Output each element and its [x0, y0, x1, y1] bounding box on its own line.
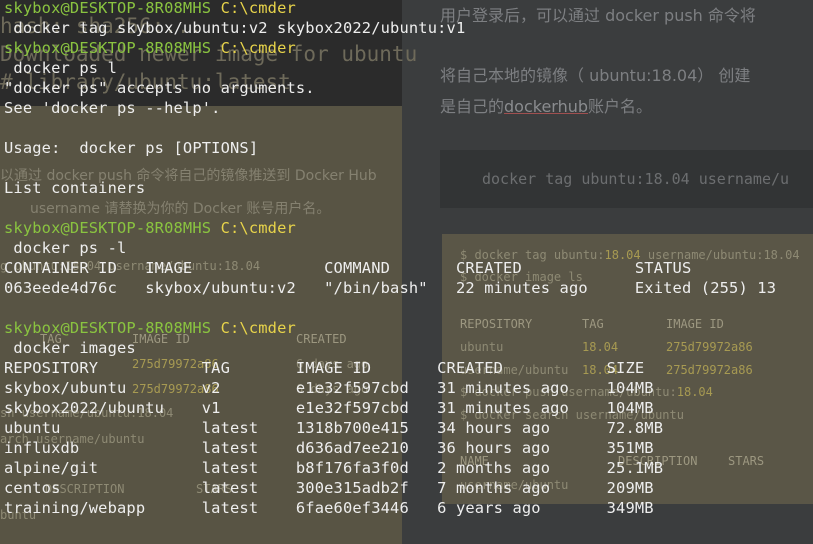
doc-code-block: docker tag ubuntu:18.04 username/u — [440, 150, 813, 208]
terminal-prompt: skybox@DESKTOP-8R08MHS C:\cmder — [4, 38, 296, 58]
terminal-prompt: skybox@DESKTOP-8R08MHS C:\cmder — [4, 218, 296, 238]
ghost-r1-tag: 18.04 — [582, 340, 619, 354]
terminal-line: docker ps l — [4, 59, 117, 77]
ghost-cmd3-num: 18.04 — [676, 385, 713, 399]
prompt-path: C:\cmder — [220, 0, 296, 17]
terminal-line: docker tag skybox/ubuntu:v2 skybox2022/u… — [4, 19, 466, 37]
doc-line-1: 用户登录后，可以通过 docker push 命令将 — [440, 6, 756, 25]
terminal-line: influxdb latest d636ad7ee210 36 hours ag… — [4, 439, 654, 457]
ghost-h-repo: REPOSITORY — [460, 317, 533, 331]
terminal-line: skybox2022/ubuntu v1 e1e32f597cbd 31 min… — [4, 399, 654, 417]
ghost-s-stars: STARS — [728, 454, 765, 468]
ghost-zh-2: username 请替换为你的 Docker 账号用户名。 — [30, 201, 331, 217]
terminal-line: skybox/ubuntu v2 e1e32f597cbd 31 minutes… — [4, 379, 654, 397]
ghost-col-created: CREATED — [296, 332, 347, 346]
terminal-line: "docker ps" accepts no arguments. — [4, 79, 315, 97]
doc-code-text: docker tag ubuntu:18.04 username/u — [482, 170, 790, 188]
terminal-line: See 'docker ps --help'. — [4, 99, 221, 117]
terminal-line: List containers — [4, 179, 146, 197]
prompt-user: skybox@DESKTOP-8R08MHS — [4, 319, 212, 337]
terminal-line: Usage: docker ps [OPTIONS] — [4, 139, 259, 157]
terminal-line: CONTAINER ID IMAGE COMMAND CREATED STATU… — [4, 259, 692, 277]
terminal-prompt: skybox@DESKTOP-8R08MHS C:\cmder — [4, 318, 296, 338]
terminal-line: REPOSITORY TAG IMAGE ID CREATED SIZE — [4, 359, 645, 377]
doc-line-3-a: 是自己的 — [440, 97, 505, 116]
doc-line-2: 将自己本地的镜像（ ubuntu:18.04） 创建 — [440, 66, 751, 85]
prompt-user: skybox@DESKTOP-8R08MHS — [4, 39, 212, 57]
terminal-line: docker ps -l — [4, 239, 127, 257]
terminal-line: docker images — [4, 339, 136, 357]
dockerhub-link[interactable]: dockerhub — [504, 97, 588, 116]
ghost-h-tag: TAG — [582, 317, 604, 331]
prompt-user: skybox@DESKTOP-8R08MHS — [4, 219, 212, 237]
ghost-r2-id: 275d79972a86 — [666, 363, 753, 377]
terminal-line: 063eede4d76c skybox/ubuntu:v2 "/bin/bash… — [4, 279, 777, 297]
ghost-r1-id: 275d79972a86 — [666, 340, 753, 354]
prompt-user: skybox@DESKTOP-8R08MHS — [4, 0, 212, 17]
terminal-line: training/webapp latest 6fae60ef3446 6 ye… — [4, 499, 654, 517]
doc-line-3: 是自己的dockerhub账户名。 — [440, 93, 652, 117]
ghost-h-id: IMAGE ID — [666, 317, 724, 331]
terminal-line: alpine/git latest b8f176fa3f0d 2 months … — [4, 459, 664, 477]
doc-line-3-c: 账户名。 — [588, 97, 653, 116]
prompt-path: C:\cmder — [220, 39, 296, 57]
prompt-path: C:\cmder — [220, 219, 296, 237]
prompt-path: C:\cmder — [220, 319, 296, 337]
terminal-line: ubuntu latest 1318b700e415 34 hours ago … — [4, 419, 664, 437]
ghost-r1-repo: ubuntu — [460, 340, 504, 354]
terminal-line: centos latest 300e315adb2f 7 months ago … — [4, 479, 654, 497]
terminal-prompt: skybox@DESKTOP-8R08MHS C:\cmder — [4, 0, 296, 18]
